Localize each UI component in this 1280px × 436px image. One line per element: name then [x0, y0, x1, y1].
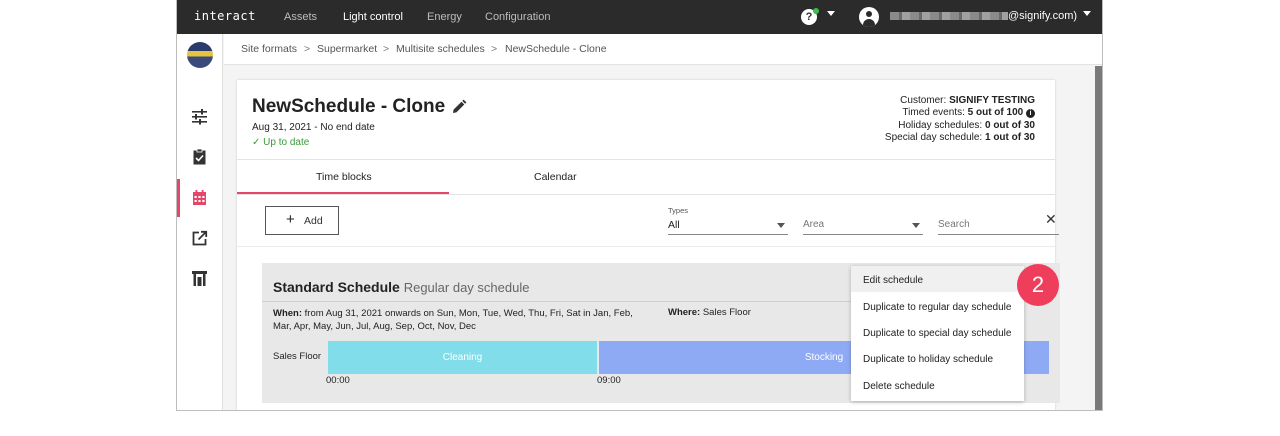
sliders-icon[interactable] [191, 108, 208, 125]
time-block-cleaning[interactable]: Cleaning [328, 341, 597, 374]
menu-item-edit-schedule[interactable]: Edit schedule [863, 275, 1021, 286]
when-label: When: [273, 308, 303, 319]
user-avatar-icon[interactable] [859, 7, 879, 27]
schedule-name: Standard Schedule [273, 279, 400, 295]
nav-assets[interactable]: Assets [284, 11, 317, 23]
tab-calendar[interactable]: Calendar [534, 171, 577, 183]
clipboard-check-icon[interactable] [191, 148, 208, 165]
timed-events-label: Timed events: [902, 107, 965, 118]
schedule-date-range: Aug 31, 2021 - No end date [252, 122, 375, 133]
time-label: 09:00 [597, 375, 621, 386]
chevron-down-icon [912, 223, 920, 228]
holiday-schedules-info: Holiday schedules: 0 out of 30 [898, 120, 1035, 131]
sidebar [177, 34, 223, 410]
schedule-when: When: from Aug 31, 2021 onwards on Sun, … [273, 307, 653, 333]
external-link-icon[interactable] [191, 230, 208, 247]
field-underline [668, 234, 788, 235]
building-icon[interactable] [191, 270, 208, 287]
timed-events-info: Timed events: 5 out of 100 i [902, 107, 1035, 118]
breadcrumb-multisite-schedules[interactable]: Multisite schedules [396, 43, 485, 55]
customer-value: SIGNIFY TESTING [949, 95, 1035, 106]
field-underline [938, 234, 1059, 235]
menu-item-duplicate-holiday[interactable]: Duplicate to holiday schedule [863, 354, 1021, 365]
nav-energy[interactable]: Energy [427, 11, 462, 23]
customer-label: Customer: [900, 95, 947, 106]
tab-time-blocks[interactable]: Time blocks [316, 171, 372, 183]
customer-info: Customer: SIGNIFY TESTING [900, 95, 1035, 106]
schedule-block-title: Standard Schedule Regular day schedule [273, 279, 529, 295]
schedule-context-menu: Edit schedule Duplicate to regular day s… [851, 266, 1024, 401]
schedule-type: Regular day schedule [403, 280, 530, 295]
info-icon[interactable]: i [1026, 109, 1035, 118]
app-logo[interactable]: interact [194, 9, 256, 23]
divider [237, 246, 1055, 247]
breadcrumb-current: NewSchedule - Clone [505, 43, 607, 55]
special-day-label: Special day schedule: [884, 132, 983, 143]
special-day-value: 1 out of 30 [984, 132, 1035, 143]
timed-events-value: 5 out of 100 [967, 107, 1024, 118]
calendar-icon[interactable] [191, 189, 208, 206]
breadcrumb-separator: > [383, 43, 390, 55]
breadcrumb: Site formats > Supermarket > Multisite s… [224, 34, 1102, 65]
breadcrumb-separator: > [304, 43, 311, 55]
where-text: Sales Floor [702, 307, 751, 318]
area-placeholder: Area [803, 219, 825, 230]
nav-light-control[interactable]: Light control [343, 11, 403, 23]
add-button-label: Add [304, 215, 323, 227]
status-text: ✓ Up to date [252, 137, 309, 148]
menu-item-duplicate-regular[interactable]: Duplicate to regular day schedule [863, 302, 1021, 313]
when-text: from Aug 31, 2021 onwards on Sun, Mon, T… [273, 308, 633, 332]
search-placeholder: Search [938, 219, 970, 230]
check-icon: ✓ [252, 137, 261, 148]
holiday-label: Holiday schedules: [898, 120, 983, 131]
user-name-redacted [890, 12, 1008, 20]
scrollbar[interactable] [1095, 66, 1102, 410]
menu-item-delete-schedule[interactable]: Delete schedule [863, 381, 1021, 392]
plus-icon: + [286, 211, 295, 228]
page-title: NewSchedule - Clone [252, 96, 446, 117]
pencil-icon[interactable] [451, 99, 467, 115]
types-label: Types [668, 206, 689, 215]
time-label: 00:00 [326, 375, 350, 386]
field-underline [803, 234, 923, 235]
add-button[interactable]: + Add [265, 206, 339, 235]
timeline-row-label: Sales Floor [273, 351, 322, 362]
top-bar: interact Assets Light control Energy Con… [177, 0, 1102, 34]
nav-configuration[interactable]: Configuration [485, 11, 550, 23]
site-thumbnail[interactable] [187, 42, 213, 68]
where-label: Where: [668, 307, 701, 318]
active-nav-indicator [177, 179, 180, 217]
clear-search-icon[interactable]: ✕ [1045, 211, 1057, 228]
user-email[interactable]: @signify.com) [1008, 10, 1077, 22]
divider [237, 194, 1055, 195]
notification-dot [813, 8, 819, 14]
divider [237, 159, 1055, 160]
breadcrumb-site-formats[interactable]: Site formats [241, 43, 297, 55]
chevron-down-icon [777, 223, 785, 228]
menu-item-duplicate-special[interactable]: Duplicate to special day schedule [863, 328, 1021, 339]
special-day-info: Special day schedule: 1 out of 30 [885, 132, 1035, 143]
status-label: Up to date [263, 137, 310, 148]
breadcrumb-supermarket[interactable]: Supermarket [317, 43, 377, 55]
callout-badge: 2 [1017, 264, 1059, 306]
holiday-value: 0 out of 30 [984, 120, 1035, 131]
help-chevron-down-icon[interactable] [827, 11, 835, 16]
schedule-where: Where: Sales Floor [668, 307, 751, 318]
user-menu-chevron-down-icon[interactable] [1083, 11, 1091, 16]
types-value: All [668, 219, 680, 231]
breadcrumb-separator: > [491, 43, 498, 55]
